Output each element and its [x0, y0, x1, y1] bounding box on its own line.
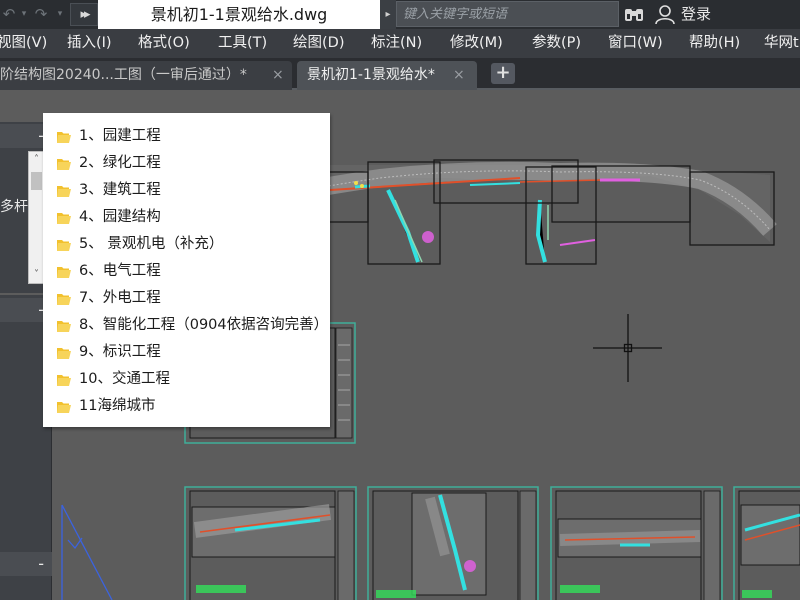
title-bar: ↶ ▾ ↷ ▾ ▸▸ 景机初1-1景观给水.dwg ▸ 登录 — [0, 0, 800, 29]
search-expand-icon[interactable]: ▸ — [380, 0, 396, 29]
folder-label: 10、交通工程 — [79, 371, 170, 387]
crosshair-cursor — [593, 314, 662, 382]
redo-dropdown-icon[interactable]: ▾ — [54, 0, 66, 29]
folder-label: 6、电气工程 — [79, 263, 161, 279]
folder-icon — [57, 294, 71, 305]
tab-structure-drawing[interactable]: 阶结构图20240...工图（一审后通过）* × — [0, 61, 292, 90]
undo-icon[interactable]: ↶ — [2, 0, 16, 29]
tab-label: 景机初1-1景观给水* — [307, 67, 435, 83]
folder-icon — [57, 348, 71, 359]
menu-draw[interactable]: 绘图(D) — [293, 29, 344, 58]
folder-list-item[interactable]: 1、园建工程 — [43, 123, 330, 150]
folder-list-item[interactable]: 7、外电工程 — [43, 285, 330, 312]
folder-list-item[interactable]: 10、交通工程 — [43, 366, 330, 393]
folder-icon — [57, 159, 71, 170]
palette-collapse-button[interactable]: - — [0, 552, 52, 576]
folder-icon — [57, 186, 71, 197]
menu-bar: 视图(V) 插入(I) 格式(O) 工具(T) 绘图(D) 标注(N) 修改(M… — [0, 29, 800, 58]
quick-access-overflow-button[interactable]: ▸▸ — [70, 3, 98, 26]
folder-icon — [57, 321, 71, 332]
folder-label: 8、智能化工程（0904依据咨询完善） — [79, 317, 329, 333]
folder-list-item[interactable]: 11海绵城市 — [43, 393, 330, 420]
tab-close-icon[interactable]: × — [272, 61, 284, 89]
folder-label: 9、标识工程 — [79, 344, 161, 360]
folder-dropdown-list: 1、园建工程 2、绿化工程 3、建筑工程 4、园建结构 5、 景观机电（补充） 6、电气工… — [43, 113, 330, 427]
menu-tools[interactable]: 工具(T) — [218, 29, 267, 58]
scroll-up-icon[interactable]: ˄ — [29, 152, 44, 168]
undo-dropdown-icon[interactable]: ▾ — [18, 0, 30, 29]
folder-label: 11海绵城市 — [79, 398, 156, 414]
folder-icon — [57, 132, 71, 143]
folder-icon — [57, 402, 71, 413]
folder-list-item[interactable]: 4、园建结构 — [43, 204, 330, 231]
folder-label: 7、外电工程 — [79, 290, 161, 306]
menu-insert[interactable]: 插入(I) — [67, 29, 112, 58]
menu-view[interactable]: 视图(V) — [0, 29, 47, 58]
menu-dimension[interactable]: 标注(N) — [371, 29, 422, 58]
menu-help[interactable]: 帮助(H) — [689, 29, 740, 58]
document-title: 景机初1-1景观给水.dwg — [98, 0, 380, 29]
folder-label: 1、园建工程 — [79, 128, 161, 144]
new-tab-button[interactable]: + — [491, 63, 515, 84]
folder-list-item[interactable]: 3、建筑工程 — [43, 177, 330, 204]
folder-list-item[interactable]: 8、智能化工程（0904依据咨询完善） — [43, 312, 330, 339]
blue-construction-lines — [61, 504, 113, 600]
folder-icon — [57, 240, 71, 251]
search-input[interactable] — [396, 1, 619, 27]
menu-modify[interactable]: 修改(M) — [450, 29, 503, 58]
folder-list-item[interactable]: 6、电气工程 — [43, 258, 330, 285]
scroll-thumb[interactable] — [31, 172, 42, 190]
menu-window[interactable]: 窗口(W) — [608, 29, 663, 58]
folder-list-item[interactable]: 2、绿化工程 — [43, 150, 330, 177]
folder-icon — [57, 375, 71, 386]
sheet-layouts-bottom — [184, 486, 800, 600]
folder-list-item[interactable]: 9、标识工程 — [43, 339, 330, 366]
document-tab-bar: 阶结构图20240...工图（一审后通过）* × 景机初1-1景观给水* × — [0, 58, 800, 90]
binoculars-icon[interactable] — [623, 6, 645, 23]
menu-parametric[interactable]: 参数(P) — [532, 29, 581, 58]
folder-label: 2、绿化工程 — [79, 155, 161, 171]
folder-label: 5、 景观机电（补充） — [79, 236, 224, 252]
folder-icon — [57, 213, 71, 224]
folder-label: 4、园建结构 — [79, 209, 161, 225]
scroll-down-icon[interactable]: ˅ — [29, 267, 44, 283]
folder-label: 3、建筑工程 — [79, 182, 161, 198]
folder-list-item[interactable]: 5、 景观机电（补充） — [43, 231, 330, 258]
user-icon[interactable] — [655, 5, 675, 24]
tab-landscape-water[interactable]: 景机初1-1景观给水* × — [297, 61, 477, 90]
login-link[interactable]: 登录 — [681, 0, 711, 29]
tab-close-icon[interactable]: × — [453, 61, 465, 89]
folder-icon — [57, 267, 71, 278]
menu-format[interactable]: 格式(O) — [138, 29, 190, 58]
tab-label: 阶结构图20240...工图（一审后通过）* — [0, 67, 247, 83]
redo-icon[interactable]: ↷ — [32, 0, 50, 29]
menu-extension[interactable]: 华网t — [764, 29, 799, 58]
